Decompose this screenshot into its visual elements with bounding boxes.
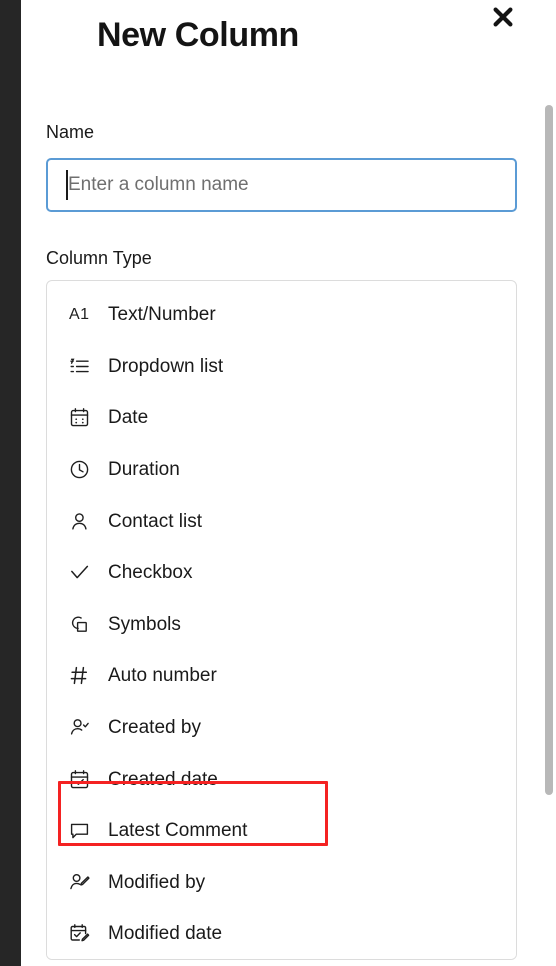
hash-icon [69, 665, 99, 686]
bulleted-list-icon [69, 356, 99, 377]
list-item-duration[interactable]: Duration [47, 443, 516, 496]
page-scrollbar-thumb[interactable] [545, 105, 553, 795]
list-item-checkbox[interactable]: Checkbox [47, 546, 516, 599]
name-field-label: Name [46, 122, 95, 142]
list-item-contact-list[interactable]: Contact list [47, 495, 516, 547]
clock-icon [69, 459, 99, 480]
list-item-modified-date[interactable]: Modified date [47, 908, 516, 959]
list-item-label: Dropdown list [108, 355, 224, 377]
column-type-label: Column Type [46, 248, 152, 268]
list-item-label: Date [108, 407, 149, 429]
list-item-symbols[interactable]: Symbols [47, 598, 516, 651]
close-icon [490, 4, 516, 30]
list-item-label: Created date [108, 768, 218, 790]
person-icon [69, 511, 99, 532]
list-item-auto-number[interactable]: Auto number [47, 650, 516, 702]
person-pencil-icon [69, 872, 99, 893]
close-button[interactable] [487, 1, 519, 33]
text-caret [66, 170, 68, 200]
page-scrollbar[interactable] [540, 0, 556, 966]
list-item-label: Created by [108, 717, 201, 739]
column-type-list[interactable]: A1 Text/Number Dropdown list Date Durati… [46, 280, 517, 960]
list-item-modified-by[interactable]: Modified by [47, 856, 516, 909]
list-item-created-by[interactable]: Created by [47, 701, 516, 754]
list-item-label: Duration [108, 459, 180, 481]
list-item-date[interactable]: Date [47, 392, 516, 444]
list-item-label: Modified date [108, 923, 223, 945]
list-item-label: Latest Comment [108, 820, 248, 842]
name-input[interactable] [46, 158, 517, 212]
circle-square-icon [69, 614, 99, 635]
list-item-label: Auto number [108, 665, 217, 687]
list-item-created-date[interactable]: Created date [47, 753, 516, 805]
checkmark-icon [69, 562, 99, 583]
dialog-header: New Column [21, 0, 540, 78]
list-item-label: Text/Number [108, 304, 216, 326]
a1-text-number-icon: A1 [69, 305, 90, 323]
list-item-label: Modified by [108, 871, 206, 893]
list-item-dropdown-list[interactable]: Dropdown list [47, 340, 516, 393]
list-item-label: Checkbox [108, 562, 193, 584]
list-item-label: Symbols [108, 613, 181, 635]
list-item-latest-comment[interactable]: Latest Comment [47, 804, 516, 857]
calendar-icon [69, 407, 99, 428]
person-check-icon [69, 717, 99, 738]
app-left-rail [0, 0, 21, 966]
list-item-text-number[interactable]: A1 Text/Number [47, 289, 516, 341]
comment-icon [69, 820, 99, 841]
calendar-check-icon [69, 769, 99, 790]
calendar-pencil-icon [69, 923, 99, 944]
page-title: New Column [97, 16, 299, 54]
new-column-dialog: New Column Name Column Type A1 Text/Numb… [21, 0, 540, 966]
list-item-label: Contact list [108, 510, 202, 532]
